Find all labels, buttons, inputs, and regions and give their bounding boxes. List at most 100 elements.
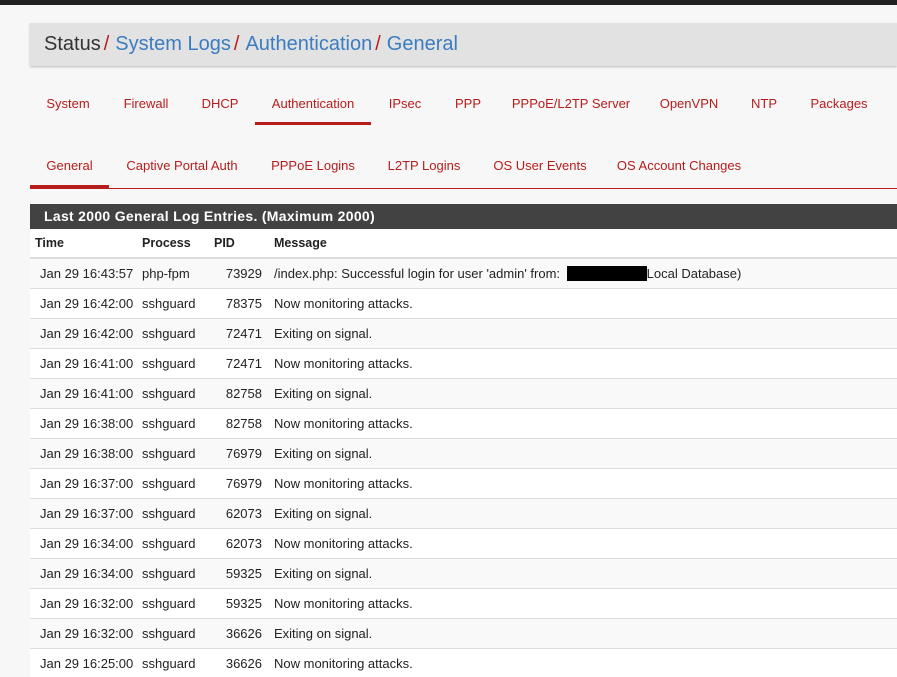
auth-subtabs: General Captive Portal Auth PPPoE Logins… [30,146,897,189]
tab-pppoe-l2tp-server[interactable]: PPPoE/L2TP Server [497,84,645,124]
cell-time: Jan 29 16:34:00 [30,558,142,589]
cell-message: /index.php: Successful login for user 'a… [274,257,897,289]
cell-process: sshguard [142,378,214,409]
cell-pid: 36626 [214,648,274,677]
tab-l2tp-logins[interactable]: L2TP Logins [371,146,477,186]
cell-pid: 59325 [214,558,274,589]
cell-time: Jan 29 16:43:57 [30,257,142,289]
cell-message: Now monitoring attacks. [274,528,897,559]
cell-pid: 59325 [214,588,274,619]
breadcrumb-separator: / [103,33,110,55]
cell-time: Jan 29 16:34:00 [30,528,142,559]
tab-authentication[interactable]: Authentication [255,84,371,125]
column-header-process: Process [142,229,214,259]
cell-time: Jan 29 16:38:00 [30,438,142,469]
cell-process: sshguard [142,648,214,677]
table-row: Jan 29 16:34:00 sshguard 59325 Exiting o… [30,558,897,589]
cell-time: Jan 29 16:37:00 [30,498,142,529]
table-row: Jan 29 16:43:57 php-fpm 73929 /index.php… [30,257,897,289]
table-row: Jan 29 16:42:00 sshguard 72471 Exiting o… [30,318,897,349]
cell-process: sshguard [142,528,214,559]
breadcrumb: Status / System Logs / Authentication / Genera… [30,23,897,66]
cell-pid: 62073 [214,498,274,529]
table-header-row: Time Process PID Message [30,229,897,259]
table-row: Jan 29 16:32:00 sshguard 36626 Exiting o… [30,618,897,649]
cell-pid: 36626 [214,618,274,649]
breadcrumb-system-logs[interactable]: System Logs [115,33,231,55]
breadcrumb-general[interactable]: General [387,33,458,55]
cell-pid: 72471 [214,348,274,379]
log-panel: Last 2000 General Log Entries. (Maximum … [30,204,897,677]
cell-process: sshguard [142,468,214,499]
table-row: Jan 29 16:37:00 sshguard 62073 Exiting o… [30,498,897,529]
table-row: Jan 29 16:38:00 sshguard 76979 Exiting o… [30,438,897,469]
cell-pid: 72471 [214,318,274,349]
cell-time: Jan 29 16:32:00 [30,618,142,649]
message-text: /index.php: Successful login for user 'a… [274,266,564,281]
cell-message: Exiting on signal. [274,498,897,529]
cell-message: Exiting on signal. [274,618,897,649]
cell-process: sshguard [142,588,214,619]
cell-process: sshguard [142,348,214,379]
tab-ntp[interactable]: NTP [733,84,795,124]
cell-process: sshguard [142,438,214,469]
cell-pid: 82758 [214,378,274,409]
cell-pid: 76979 [214,438,274,469]
redacted-ip-block [566,266,647,281]
cell-time: Jan 29 16:42:00 [30,288,142,319]
table-row: Jan 29 16:42:00 sshguard 78375 Now monit… [30,288,897,319]
cell-time: Jan 29 16:42:00 [30,318,142,349]
tab-general[interactable]: General [30,146,109,188]
tab-dhcp[interactable]: DHCP [186,84,254,124]
cell-process: php-fpm [142,257,214,289]
table-row: Jan 29 16:32:00 sshguard 59325 Now monit… [30,588,897,619]
tab-pppoe-logins[interactable]: PPPoE Logins [255,146,371,186]
table-row: Jan 29 16:37:00 sshguard 76979 Now monit… [30,468,897,499]
cell-time: Jan 29 16:41:00 [30,378,142,409]
table-row: Jan 29 16:41:00 sshguard 72471 Now monit… [30,348,897,379]
table-row: Jan 29 16:38:00 sshguard 82758 Now monit… [30,408,897,439]
tab-ipsec[interactable]: IPsec [371,84,439,124]
tab-os-account-changes[interactable]: OS Account Changes [603,146,755,186]
cell-pid: 76979 [214,468,274,499]
tab-system[interactable]: System [30,84,106,124]
tab-captive-portal-auth[interactable]: Captive Portal Auth [109,146,255,186]
cell-pid: 62073 [214,528,274,559]
cell-message: Exiting on signal. [274,438,897,469]
message-text-suffix: Local Database) [646,266,742,281]
column-header-message: Message [274,229,897,259]
tab-firewall[interactable]: Firewall [106,84,186,124]
cell-time: Jan 29 16:41:00 [30,348,142,379]
cell-message: Now monitoring attacks. [274,408,897,439]
log-category-tabs: System Firewall DHCP Authentication IPse… [30,84,897,125]
breadcrumb-separator: / [233,33,240,55]
table-row: Jan 29 16:25:00 sshguard 36626 Now monit… [30,648,897,677]
cell-time: Jan 29 16:38:00 [30,408,142,439]
cell-process: sshguard [142,408,214,439]
cell-message: Exiting on signal. [274,378,897,409]
cell-process: sshguard [142,318,214,349]
cell-message: Now monitoring attacks. [274,648,897,677]
cell-time: Jan 29 16:25:00 [30,648,142,677]
tab-os-user-events[interactable]: OS User Events [477,146,603,186]
tab-packages[interactable]: Packages [795,84,883,124]
breadcrumb-separator: / [375,33,381,55]
cell-process: sshguard [142,618,214,649]
cell-pid: 78375 [214,288,274,319]
column-header-pid: PID [214,229,274,259]
cell-pid: 73929 [214,257,274,289]
column-header-time: Time [30,229,142,259]
cell-process: sshguard [142,558,214,589]
cell-process: sshguard [142,288,214,319]
cell-message: Now monitoring attacks. [274,588,897,619]
tab-openvpn[interactable]: OpenVPN [645,84,733,124]
panel-title: Last 2000 General Log Entries. (Maximum … [30,204,897,229]
tab-ppp[interactable]: PPP [439,84,497,124]
table-row: Jan 29 16:41:00 sshguard 82758 Exiting o… [30,378,897,409]
breadcrumb-status: Status [44,33,101,55]
cell-time: Jan 29 16:32:00 [30,588,142,619]
log-table: Time Process PID Message Jan 29 16:43:57… [30,229,897,677]
top-bar [0,0,897,5]
cell-message: Exiting on signal. [274,318,897,349]
breadcrumb-authentication[interactable]: Authentication [245,33,372,55]
